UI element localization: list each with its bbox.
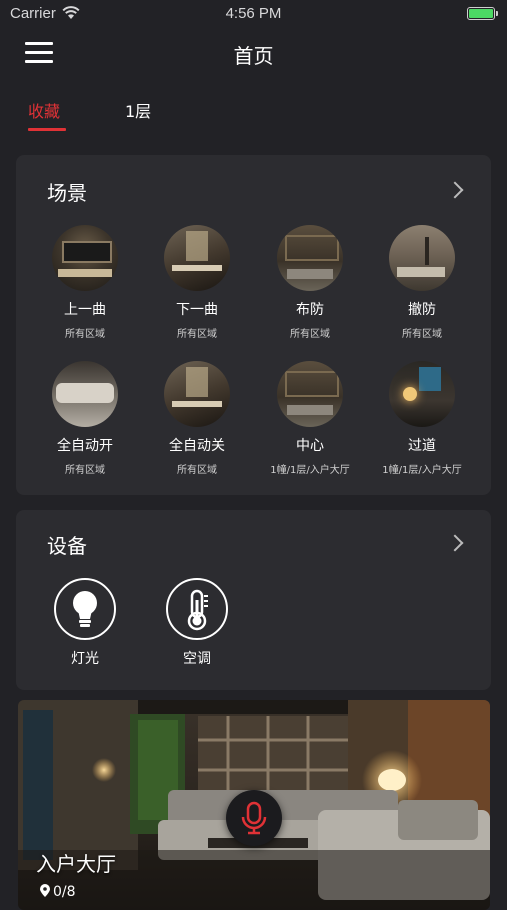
scene-name: 下一曲 (176, 302, 218, 318)
scenes-title: 场景 (47, 181, 87, 205)
scene-thumbnail (389, 225, 455, 291)
scenes-card: 场景 上一曲 所有区域 下一曲 所有区域 布防 所有区域 撤防 所有区域 全自动… (16, 155, 491, 495)
battery-icon (467, 7, 498, 20)
scene-item-prev-track[interactable]: 上一曲 所有区域 (29, 225, 141, 340)
scene-item-arm[interactable]: 布防 所有区域 (254, 225, 366, 340)
battery-level (469, 9, 493, 18)
scene-name: 全自动开 (57, 438, 113, 454)
scene-name: 上一曲 (64, 302, 106, 318)
scene-item-disarm[interactable]: 撤防 所有区域 (366, 225, 478, 340)
thermometer-icon (166, 578, 228, 640)
tab-favorites[interactable]: 收藏 (28, 98, 60, 122)
page-title: 首页 (233, 44, 274, 68)
device-item-light[interactable]: 灯光 (40, 578, 130, 668)
scene-item-auto-off[interactable]: 全自动关 所有区域 (141, 361, 253, 476)
devices-more-chevron-icon[interactable] (446, 534, 464, 552)
scene-area: 1幢/1层/入户大厅 (382, 465, 462, 476)
scene-thumbnail (277, 361, 343, 427)
device-item-ac[interactable]: 空调 (152, 578, 242, 668)
scene-name: 过道 (408, 438, 436, 454)
scene-item-auto-on[interactable]: 全自动开 所有区域 (29, 361, 141, 476)
scene-area: 所有区域 (402, 329, 442, 340)
microphone-icon (241, 801, 267, 835)
status-time: 4:56 PM (225, 5, 282, 22)
device-name: 灯光 (71, 651, 99, 667)
scene-area: 所有区域 (290, 329, 330, 340)
scene-thumbnail (164, 225, 230, 291)
scene-area: 1幢/1层/入户大厅 (270, 465, 350, 476)
nav-bar: 首页 (0, 30, 507, 74)
scene-name: 全自动关 (169, 438, 225, 454)
tab-floor-1[interactable]: 1层 (125, 98, 151, 122)
scene-item-center[interactable]: 中心 1幢/1层/入户大厅 (254, 361, 366, 476)
scenes-more-chevron-icon[interactable] (446, 181, 464, 199)
status-bar: Carrier 4:56 PM (0, 0, 507, 28)
scene-area: 所有区域 (177, 329, 217, 340)
scene-item-next-track[interactable]: 下一曲 所有区域 (141, 225, 253, 340)
scene-area: 所有区域 (177, 465, 217, 476)
devices-title: 设备 (47, 534, 87, 558)
scene-thumbnail (52, 225, 118, 291)
scene-area: 所有区域 (65, 465, 105, 476)
room-count-value: 0/8 (53, 884, 76, 900)
scene-thumbnail (277, 225, 343, 291)
room-device-count: 0/8 (40, 884, 76, 900)
tab-active-indicator (28, 128, 66, 131)
scene-name: 中心 (296, 438, 324, 454)
voice-button[interactable] (226, 790, 282, 846)
room-name: 入户大厅 (36, 852, 116, 876)
tab-bar: 收藏 1层 (0, 92, 507, 132)
scene-name: 布防 (296, 302, 324, 318)
light-bulb-icon (54, 578, 116, 640)
scene-name: 撤防 (408, 302, 436, 318)
scene-thumbnail (52, 361, 118, 427)
devices-card: 设备 灯光 空调 (16, 510, 491, 690)
scene-item-corridor[interactable]: 过道 1幢/1层/入户大厅 (366, 361, 478, 476)
scene-thumbnail (389, 361, 455, 427)
device-name: 空调 (183, 651, 211, 667)
scene-thumbnail (164, 361, 230, 427)
scene-area: 所有区域 (65, 329, 105, 340)
location-pin-icon (40, 884, 50, 897)
